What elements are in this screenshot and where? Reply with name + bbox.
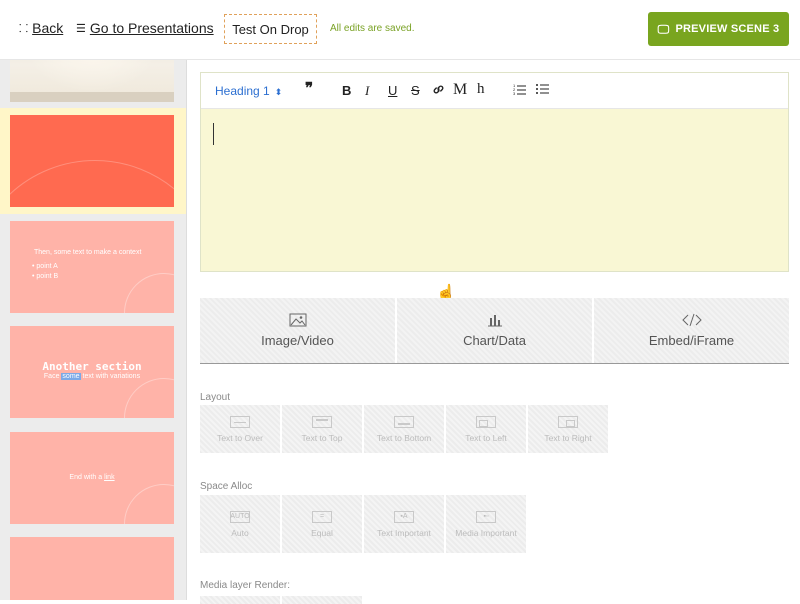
save-status: All edits are saved.	[330, 23, 415, 34]
layout-options: Text to Over Text to Top Text to Bottom …	[200, 405, 608, 453]
slide-bullet: • point A	[32, 263, 58, 270]
slide-thumbnail-6[interactable]	[10, 537, 174, 600]
svg-text:3: 3	[513, 91, 516, 95]
space-media-important-icon: ▪▫	[476, 510, 496, 523]
media-layer-option-1[interactable]	[200, 596, 280, 604]
chart-data-label: Chart/Data	[463, 333, 526, 348]
underline-button[interactable]: U	[388, 83, 397, 98]
layout-option-over[interactable]: Text to Over	[200, 405, 280, 453]
chart-data-button[interactable]: Chart/Data	[397, 298, 592, 363]
text-caret	[213, 123, 214, 145]
h-format-button[interactable]: h	[477, 81, 485, 98]
preview-scene-label: PREVIEW SCENE 3	[675, 23, 780, 35]
media-layer-section-label: Media layer Render:	[200, 580, 291, 591]
space-option-equal[interactable]: = Equal	[282, 495, 362, 553]
slide-thumbnail-3[interactable]: Then, some text to make a context • poin…	[10, 221, 174, 313]
heading-select[interactable]: Heading 1 ⬍	[215, 84, 282, 98]
layout-over-icon	[230, 415, 250, 428]
layout-option-bottom[interactable]: Text to Bottom	[364, 405, 444, 453]
media-layer-option-2[interactable]	[282, 596, 362, 604]
layout-bottom-icon	[394, 415, 414, 428]
slide-thumbnail-4[interactable]: Another section Face some text with vari…	[10, 326, 174, 418]
media-layer-options	[200, 596, 362, 604]
blockquote-button[interactable]: ❞	[305, 79, 313, 97]
space-option-auto[interactable]: AUTO Auto	[200, 495, 280, 553]
go-to-presentations-link[interactable]: ☰ Go to Presentations	[76, 20, 214, 36]
slide-decoration	[10, 160, 174, 207]
space-auto-icon: AUTO	[230, 510, 250, 523]
embed-iframe-button[interactable]: Embed/iFrame	[594, 298, 789, 363]
ordered-list-icon[interactable]: 123	[513, 83, 526, 98]
slide-heading: Another section	[42, 360, 142, 373]
space-option-text-important[interactable]: ▪A Text Important	[364, 495, 444, 553]
space-option-media-important[interactable]: ▪▫ Media Important	[446, 495, 526, 553]
image-detail	[10, 92, 174, 102]
strikethrough-button[interactable]: S	[411, 83, 420, 98]
slide-sidebar[interactable]: Then, some text to make a context • poin…	[0, 60, 187, 600]
code-icon	[681, 313, 702, 327]
list-icon: ☰	[76, 22, 86, 35]
slide-decoration	[124, 378, 174, 418]
go-to-presentations-label: Go to Presentations	[89, 20, 214, 36]
layout-top-icon	[312, 415, 332, 428]
layout-option-right[interactable]: Text to Right	[528, 405, 608, 453]
image-video-button[interactable]: Image/Video	[200, 298, 395, 363]
image-video-label: Image/Video	[261, 333, 334, 348]
presentation-title-field[interactable]: Test On Drop	[224, 14, 317, 44]
bold-button[interactable]: B	[342, 83, 351, 98]
preview-scene-button[interactable]: 🖵 PREVIEW SCENE 3	[648, 12, 789, 46]
text-editor[interactable]: Heading 1 ⬍ ❞ B I U S M h 123	[200, 72, 789, 272]
slide-bullet: • point B	[32, 273, 59, 280]
image-icon	[289, 313, 307, 327]
slide-text: Then, some text to make a context	[34, 249, 142, 256]
layout-section-label: Layout	[200, 392, 231, 403]
layout-right-icon	[558, 415, 578, 428]
back-label: Back	[32, 20, 64, 36]
option-label: Text to Right	[544, 432, 592, 443]
top-bar: ⸬ Back ☰ Go to Presentations Test On Dro…	[0, 0, 800, 60]
monitor-icon: 🖵	[657, 21, 670, 36]
space-alloc-options: AUTO Auto = Equal ▪A Text Important ▪▫ M…	[200, 495, 526, 553]
option-label: Text to Top	[301, 432, 343, 443]
bullet-list-icon[interactable]	[536, 83, 549, 98]
option-label: Equal	[311, 527, 333, 538]
select-arrows-icon: ⬍	[274, 87, 283, 97]
option-label: Text to Left	[465, 432, 507, 443]
link-icon[interactable]	[432, 83, 445, 99]
back-link[interactable]: ⸬ Back	[19, 20, 63, 36]
option-label: Media Important	[455, 527, 517, 538]
slide-thumbnail-2[interactable]	[10, 115, 174, 207]
slide-text: End with a link	[69, 474, 115, 481]
slide-decoration	[124, 273, 174, 313]
option-label: Auto	[231, 527, 249, 538]
embed-iframe-label: Embed/iFrame	[648, 333, 735, 348]
slide-thumbnail-5[interactable]: End with a link	[10, 432, 174, 524]
layout-left-icon	[476, 415, 496, 428]
layout-option-left[interactable]: Text to Left	[446, 405, 526, 453]
option-label: Text Important	[377, 527, 431, 538]
space-equal-icon: =	[312, 510, 332, 523]
layout-option-top[interactable]: Text to Top	[282, 405, 362, 453]
m-format-button[interactable]: M	[453, 81, 467, 99]
option-label: Text to Bottom	[376, 432, 432, 443]
slide-decoration	[124, 484, 174, 524]
back-icon: ⸬	[19, 22, 29, 35]
slide-thumbnail-1[interactable]	[10, 60, 174, 102]
chart-icon	[487, 313, 503, 327]
italic-button[interactable]: I	[365, 83, 369, 99]
space-text-important-icon: ▪A	[394, 510, 414, 523]
media-type-selector: Image/Video Chart/Data Embed/iFrame	[200, 298, 789, 364]
editor-toolbar: Heading 1 ⬍ ❞ B I U S M h 123	[201, 73, 788, 109]
space-alloc-section-label: Space Alloc	[200, 481, 253, 492]
slide-subtext: Face some text with variations	[43, 373, 141, 380]
option-label: Text to Over	[217, 432, 263, 443]
